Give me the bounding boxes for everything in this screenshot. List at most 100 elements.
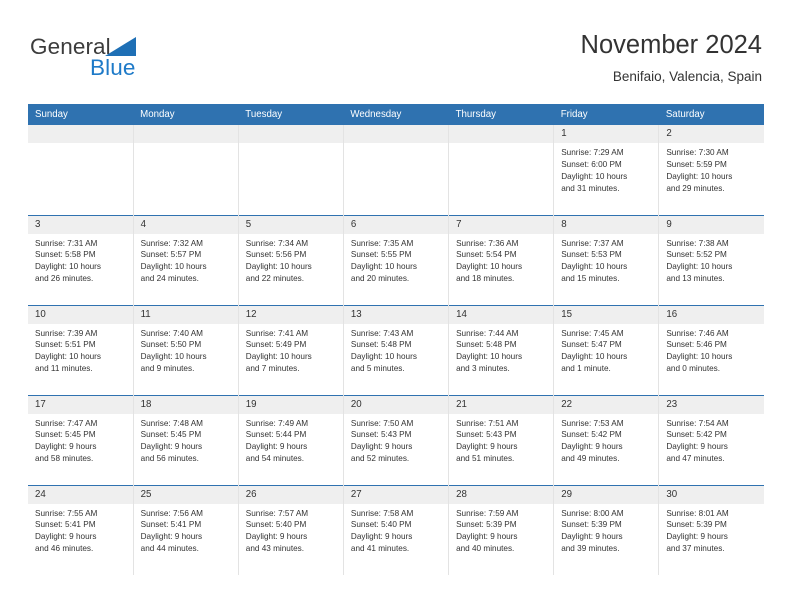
day-detail-sunrise: Sunrise: 7:29 AM: [561, 148, 624, 157]
day-number: 2: [659, 125, 764, 143]
day-detail-daylight-line2: and 9 minutes.: [140, 364, 195, 374]
calendar-day-cell[interactable]: [28, 125, 134, 215]
day-number: [28, 125, 133, 143]
day-number: 15: [554, 306, 658, 324]
day-detail-daylight-line2: and 40 minutes.: [456, 544, 515, 554]
weekday-header-friday: Friday: [553, 104, 659, 125]
day-detail-daylight-line1: Daylight: 10 hours: [666, 262, 733, 272]
weekday-header-row: Sunday Monday Tuesday Wednesday Thursday…: [28, 104, 764, 125]
calendar-day-cell[interactable]: 9 Sunrise: 7:38 AM Sunset: 5:52 PM Daylight…: [658, 214, 764, 305]
day-detail-sunrise: Sunrise: 7:43 AM: [350, 328, 414, 338]
calendar-day-cell[interactable]: 18 Sunrise: 7:48 AM Sunset: 5:45 PM Dayligh…: [132, 394, 239, 485]
day-number: 22: [554, 396, 658, 414]
calendar-day-cell[interactable]: 10 Sunrise: 7:39 AM Sunset: 5:51 PM Dayligh…: [28, 304, 134, 395]
calendar-day-cell[interactable]: 16 Sunrise: 7:46 AM Sunset: 5:46 PM Dayligh…: [658, 304, 764, 395]
calendar-day-cell[interactable]: 14 Sunrise: 7:44 AM Sunset: 5:48 PM Dayligh…: [448, 304, 555, 395]
day-number: 13: [344, 306, 448, 324]
calendar-day-cell[interactable]: [448, 125, 555, 215]
calendar-day-cell[interactable]: 15 Sunrise: 7:45 AM Sunset: 5:47 PM Dayligh…: [553, 304, 660, 395]
calendar-day-cell[interactable]: 19 Sunrise: 7:49 AM Sunset: 5:44 PM Dayligh…: [237, 394, 344, 485]
day-detail-sunset: Sunset: 6:00 PM: [561, 159, 622, 169]
day-detail-sunrise: Sunrise: 7:56 AM: [140, 508, 203, 518]
day-detail-sunrise: Sunrise: 7:34 AM: [245, 238, 309, 248]
calendar-day-cell[interactable]: 6 Sunrise: 7:35 AM Sunset: 5:55 PM Daylight…: [342, 214, 450, 305]
day-detail-daylight-line1: Daylight: 10 hours: [245, 352, 312, 362]
calendar-day-cell[interactable]: [132, 125, 239, 215]
day-cell-content: 20 Sunrise: 7:50 AM Sunset: 5:43 PM Dayligh…: [344, 396, 448, 485]
calendar-day-cell[interactable]: [342, 125, 450, 215]
day-details: Sunrise: 7:58 AM Sunset: 5:40 PM Daylight:…: [344, 504, 447, 556]
day-detail-sunset: Sunset: 5:41 PM: [140, 520, 202, 530]
day-details: Sunrise: 7:38 AM Sunset: 5:52 PM Daylight:…: [660, 234, 764, 286]
calendar-day-cell[interactable]: 23 Sunrise: 7:54 AM Sunset: 5:42 PM Dayligh…: [658, 394, 764, 485]
calendar-week-row: 3 Sunrise: 7:31 AM Sunset: 5:58 PM Daylight…: [28, 214, 764, 305]
calendar-day-cell[interactable]: 30 Sunrise: 8:01 AM Sunset: 5:39 PM Dayligh…: [658, 484, 764, 575]
calendar-day-cell[interactable]: 25 Sunrise: 7:56 AM Sunset: 5:41 PM Dayligh…: [132, 484, 239, 575]
day-detail-sunset: Sunset: 5:55 PM: [350, 250, 412, 260]
day-detail-sunrise: Sunrise: 7:49 AM: [245, 418, 309, 428]
day-detail-daylight-line2: and 20 minutes.: [350, 274, 410, 284]
day-number: 9: [659, 216, 764, 234]
day-cell-content: 3 Sunrise: 7:31 AM Sunset: 5:58 PM Daylight…: [28, 216, 133, 305]
calendar-day-cell[interactable]: 20 Sunrise: 7:50 AM Sunset: 5:43 PM Dayligh…: [342, 394, 450, 485]
calendar-day-cell[interactable]: 8 Sunrise: 7:37 AM Sunset: 5:53 PM Daylight…: [553, 214, 660, 305]
day-details: Sunrise: 7:57 AM Sunset: 5:40 PM Daylight:…: [239, 504, 342, 556]
calendar-day-cell[interactable]: 5 Sunrise: 7:34 AM Sunset: 5:56 PM Daylight…: [237, 214, 344, 305]
calendar-day-cell[interactable]: 11 Sunrise: 7:40 AM Sunset: 5:50 PM Dayligh…: [132, 304, 239, 395]
day-number: 17: [28, 396, 133, 414]
day-number: 20: [344, 396, 448, 414]
day-detail-daylight-line1: Daylight: 9 hours: [35, 532, 97, 542]
day-detail-sunrise: Sunrise: 7:46 AM: [666, 328, 729, 338]
day-detail-daylight-line1: Daylight: 10 hours: [666, 171, 733, 181]
day-detail-daylight-line1: Daylight: 10 hours: [561, 171, 628, 181]
day-detail-sunset: Sunset: 5:50 PM: [140, 340, 202, 350]
day-cell-content: 27 Sunrise: 7:58 AM Sunset: 5:40 PM Dayligh…: [344, 486, 448, 575]
day-detail-sunrise: Sunrise: 7:31 AM: [35, 238, 98, 248]
day-detail-daylight-line2: and 58 minutes.: [35, 454, 94, 464]
day-detail-daylight-line1: Daylight: 10 hours: [456, 262, 523, 272]
calendar-day-cell[interactable]: 7 Sunrise: 7:36 AM Sunset: 5:54 PM Daylight…: [448, 214, 555, 305]
day-detail-sunset: Sunset: 5:39 PM: [456, 520, 517, 530]
calendar-day-cell[interactable]: 3 Sunrise: 7:31 AM Sunset: 5:58 PM Daylight…: [28, 214, 134, 305]
day-detail-daylight-line1: Daylight: 10 hours: [561, 352, 628, 362]
logo-triangle-icon: [105, 37, 136, 56]
day-detail-daylight-line2: and 44 minutes.: [140, 544, 199, 554]
calendar-day-cell[interactable]: 21 Sunrise: 7:51 AM Sunset: 5:43 PM Dayligh…: [448, 394, 555, 485]
calendar-day-cell[interactable]: 13 Sunrise: 7:43 AM Sunset: 5:48 PM Dayligh…: [342, 304, 450, 395]
calendar-day-cell[interactable]: 28 Sunrise: 7:59 AM Sunset: 5:39 PM Dayligh…: [448, 484, 555, 575]
day-detail-daylight-line1: Daylight: 10 hours: [35, 352, 101, 362]
day-detail-daylight-line1: Daylight: 9 hours: [140, 532, 203, 542]
calendar-day-cell[interactable]: 4 Sunrise: 7:32 AM Sunset: 5:57 PM Daylight…: [132, 214, 239, 305]
calendar-day-cell[interactable]: 29 Sunrise: 8:00 AM Sunset: 5:39 PM Dayligh…: [553, 484, 660, 575]
day-detail-daylight-line1: Daylight: 10 hours: [245, 262, 312, 272]
day-cell-content: 30 Sunrise: 8:01 AM Sunset: 5:39 PM Dayligh…: [659, 486, 764, 575]
calendar-day-cell[interactable]: 27 Sunrise: 7:58 AM Sunset: 5:40 PM Dayligh…: [342, 484, 450, 575]
calendar-day-cell[interactable]: 2 Sunrise: 7:30 AM Sunset: 5:59 PM Daylight…: [658, 125, 764, 215]
calendar-day-cell[interactable]: 17 Sunrise: 7:47 AM Sunset: 5:45 PM Dayligh…: [28, 394, 134, 485]
day-detail-sunset: Sunset: 5:57 PM: [140, 250, 202, 260]
day-number: 26: [239, 486, 343, 504]
day-number: 18: [134, 396, 238, 414]
calendar-day-cell[interactable]: 24 Sunrise: 7:55 AM Sunset: 5:41 PM Dayligh…: [28, 484, 134, 575]
day-number: 11: [134, 306, 238, 324]
day-detail-daylight-line2: and 43 minutes.: [245, 544, 305, 554]
calendar-day-cell[interactable]: 22 Sunrise: 7:53 AM Sunset: 5:42 PM Dayligh…: [553, 394, 660, 485]
day-details: Sunrise: 7:30 AM Sunset: 5:59 PM Daylight:…: [660, 143, 764, 195]
day-number: [134, 125, 238, 143]
day-cell-content: 4 Sunrise: 7:32 AM Sunset: 5:57 PM Daylight…: [134, 216, 238, 305]
day-detail-sunrise: Sunrise: 7:36 AM: [456, 238, 519, 248]
calendar-table: Sunday Monday Tuesday Wednesday Thursday…: [28, 104, 764, 575]
day-number: 6: [344, 216, 448, 234]
day-detail-sunset: Sunset: 5:58 PM: [35, 250, 96, 260]
general-blue-logo[interactable]: General Blue: [30, 34, 260, 86]
calendar-day-cell[interactable]: 12 Sunrise: 7:41 AM Sunset: 5:49 PM Dayligh…: [237, 304, 344, 395]
day-cell-content: 1 Sunrise: 7:29 AM Sunset: 6:00 PM Daylight…: [554, 125, 658, 215]
day-number: 30: [659, 486, 764, 504]
day-detail-sunset: Sunset: 5:44 PM: [245, 430, 307, 440]
calendar-day-cell[interactable]: 1 Sunrise: 7:29 AM Sunset: 6:00 PM Daylight…: [553, 125, 660, 215]
day-number: 27: [344, 486, 448, 504]
calendar-day-cell[interactable]: 26 Sunrise: 7:57 AM Sunset: 5:40 PM Dayligh…: [237, 484, 344, 575]
day-detail-daylight-line1: Daylight: 9 hours: [245, 442, 308, 452]
calendar-day-cell[interactable]: [237, 125, 344, 215]
day-details: Sunrise: 7:32 AM Sunset: 5:57 PM Daylight:…: [134, 234, 237, 286]
